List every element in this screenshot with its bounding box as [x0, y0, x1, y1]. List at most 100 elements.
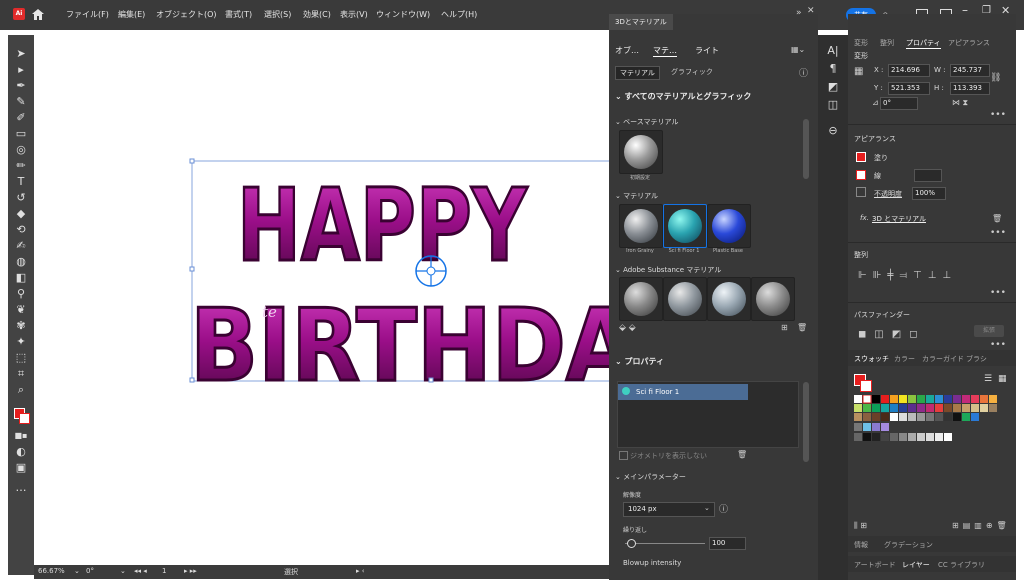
character-panel-icon[interactable]: A|	[827, 45, 839, 57]
stroke-swatch[interactable]	[856, 170, 866, 180]
opacity-label[interactable]: 不透明度	[874, 189, 902, 199]
symbol-sprayer-icon[interactable]: ✾	[12, 319, 30, 333]
links-panel-icon[interactable]: ⊖	[827, 125, 839, 137]
direct-selection-icon[interactable]: ▸	[12, 63, 30, 77]
artwork[interactable]: HAPPY BIRTHDA te	[34, 35, 609, 566]
stroke-color-icon[interactable]	[19, 413, 30, 424]
blob-brush-icon[interactable]: ✍	[12, 239, 30, 253]
3d-effect-link[interactable]: 3D とマテリアル	[872, 214, 926, 224]
swatch-library-icon[interactable]: ⫼ ⊞	[854, 521, 867, 531]
menu-window[interactable]: ウィンドウ(W)	[376, 9, 430, 20]
menu-select[interactable]: 選択(S)	[264, 9, 291, 20]
more-options-icon[interactable]: •••	[990, 228, 1006, 238]
reference-point-icon[interactable]: ▦	[854, 66, 863, 77]
next-artboard-icon[interactable]: ▸ ▸▸	[184, 567, 197, 575]
stroke-weight-input[interactable]	[914, 169, 942, 182]
tab-object[interactable]: オブ…	[615, 45, 639, 56]
bbox-handle[interactable]	[189, 158, 195, 164]
w-input[interactable]: 245.737	[950, 64, 990, 77]
panel-close-icon[interactable]: ✕	[807, 6, 815, 16]
tab-appearance[interactable]: アピアランス	[948, 38, 990, 48]
material-thumb-iron[interactable]	[619, 204, 663, 248]
tab-cc-libraries[interactable]: CC ライブラリ	[938, 560, 985, 570]
tab-materials[interactable]: マテ…	[653, 45, 677, 57]
x-input[interactable]: 214.696	[888, 64, 930, 77]
menu-effect[interactable]: 効果(C)	[303, 9, 331, 20]
rotation-value[interactable]: 0°	[86, 567, 94, 575]
menu-view[interactable]: 表示(V)	[340, 9, 368, 20]
constrain-link-icon[interactable]: ⛓	[990, 73, 1001, 83]
swatch-grid[interactable]	[854, 394, 1004, 451]
tab-layers[interactable]: レイヤー	[902, 560, 930, 570]
bbox-handle[interactable]	[428, 377, 434, 383]
properties-scrollbar[interactable]	[803, 382, 809, 462]
add-item-icon[interactable]: ⊞	[781, 323, 788, 332]
bbox-handle[interactable]	[189, 377, 195, 383]
tab-align[interactable]: 整列	[880, 38, 894, 48]
artboard-number[interactable]: 1	[162, 567, 166, 575]
base-material-thumb[interactable]	[619, 130, 663, 174]
rotation-dropdown-icon[interactable]: ⌄	[120, 567, 126, 575]
pin-tool-icon[interactable]: ✦	[12, 335, 30, 349]
grid-view-icon[interactable]: ▦	[998, 374, 1007, 384]
subtab-graphic[interactable]: グラフィック	[671, 67, 713, 77]
happy-text[interactable]: HAPPY	[236, 166, 530, 286]
swatch-actions-icon[interactable]: ⊞▤▥⊕🗑	[952, 521, 1011, 530]
substance-thumb[interactable]	[619, 277, 663, 321]
substance-thumb[interactable]	[751, 277, 795, 321]
more-tools-icon[interactable]: …	[12, 481, 30, 495]
bbox-handle[interactable]	[189, 266, 195, 272]
screen-mode-icon[interactable]: ▣	[12, 461, 30, 475]
color-mode-icon[interactable]: ■▪	[12, 429, 30, 443]
slice-tool-icon[interactable]: ⌗	[12, 367, 30, 381]
section-properties[interactable]: ⌄ プロパティ	[615, 356, 664, 367]
selection-tool-icon[interactable]: ➤	[12, 47, 30, 61]
ellipse-tool-icon[interactable]: ◎	[12, 143, 30, 157]
list-view-icon[interactable]: ☰	[984, 374, 992, 384]
add-graphic-icon[interactable]: ⬙ ⬙	[619, 323, 636, 333]
tab-artboards[interactable]: アートボード	[854, 560, 896, 570]
more-options-icon[interactable]: •••	[990, 110, 1006, 120]
transform-panel-icon[interactable]: ◫	[827, 99, 839, 111]
hide-geometry-checkbox[interactable]	[619, 451, 628, 460]
type-tool-icon[interactable]: T	[12, 175, 30, 189]
opentype-panel-icon[interactable]: ◩	[827, 81, 839, 93]
repeat-input[interactable]: 100	[709, 537, 746, 550]
h-input[interactable]: 113.393	[950, 82, 990, 95]
properties-selected-row[interactable]: Sci fi Floor 1	[618, 384, 748, 400]
current-stroke-swatch[interactable]	[860, 380, 872, 392]
status-arrow-icon[interactable]: ▸ ‹	[356, 567, 365, 575]
repeat-slider[interactable]	[625, 543, 705, 544]
align-buttons-icon[interactable]: ⊩⊪╪⫤⊤⊥⊥	[858, 270, 957, 281]
zoom-tool-icon[interactable]: ⌕	[12, 383, 30, 397]
warp-tool-icon[interactable]: ⟲	[12, 223, 30, 237]
rectangle-tool-icon[interactable]: ▭	[12, 127, 30, 141]
substance-thumb[interactable]	[663, 277, 707, 321]
pen-tool-icon[interactable]: ✒	[12, 79, 30, 93]
zoom-level[interactable]: 66.67%	[38, 567, 65, 575]
resolution-select[interactable]: 1024 px ⌄	[623, 502, 715, 517]
resolution-info-icon[interactable]: ⓘ	[719, 502, 728, 515]
y-input[interactable]: 521.353	[888, 82, 930, 95]
panel-collapse-icon[interactable]: »	[796, 8, 802, 18]
menu-help[interactable]: ヘルプ(H)	[441, 9, 477, 20]
info-icon[interactable]: ⓘ	[799, 66, 808, 79]
tab-color[interactable]: カラー	[894, 354, 915, 364]
panel-title-tab[interactable]: 3Dとマテリアル	[609, 14, 673, 30]
expand-button[interactable]: 拡張	[974, 325, 1004, 337]
draw-mode-icon[interactable]: ◐	[12, 445, 30, 459]
more-options-icon[interactable]: •••	[990, 340, 1006, 350]
pathfinder-buttons-icon[interactable]: ◼◫◩◻	[858, 329, 926, 340]
curvature-tool-icon[interactable]: ✎	[12, 95, 30, 109]
fill-swatch[interactable]	[856, 152, 866, 162]
tab-brushes[interactable]: ブラシ	[966, 354, 987, 364]
trash-icon[interactable]: 🗑	[797, 323, 807, 332]
angle-input[interactable]: 0°	[880, 97, 918, 110]
home-icon[interactable]	[31, 8, 45, 21]
canvas[interactable]: HAPPY BIRTHDA te	[34, 35, 609, 566]
shape-builder-icon[interactable]: ◍	[12, 255, 30, 269]
section-base-material[interactable]: ⌄ ベースマテリアル	[615, 117, 678, 127]
menu-object[interactable]: オブジェクト(O)	[156, 9, 217, 20]
subtab-material[interactable]: マテリアル	[615, 66, 660, 80]
zoom-dropdown-icon[interactable]: ⌄	[74, 567, 80, 575]
